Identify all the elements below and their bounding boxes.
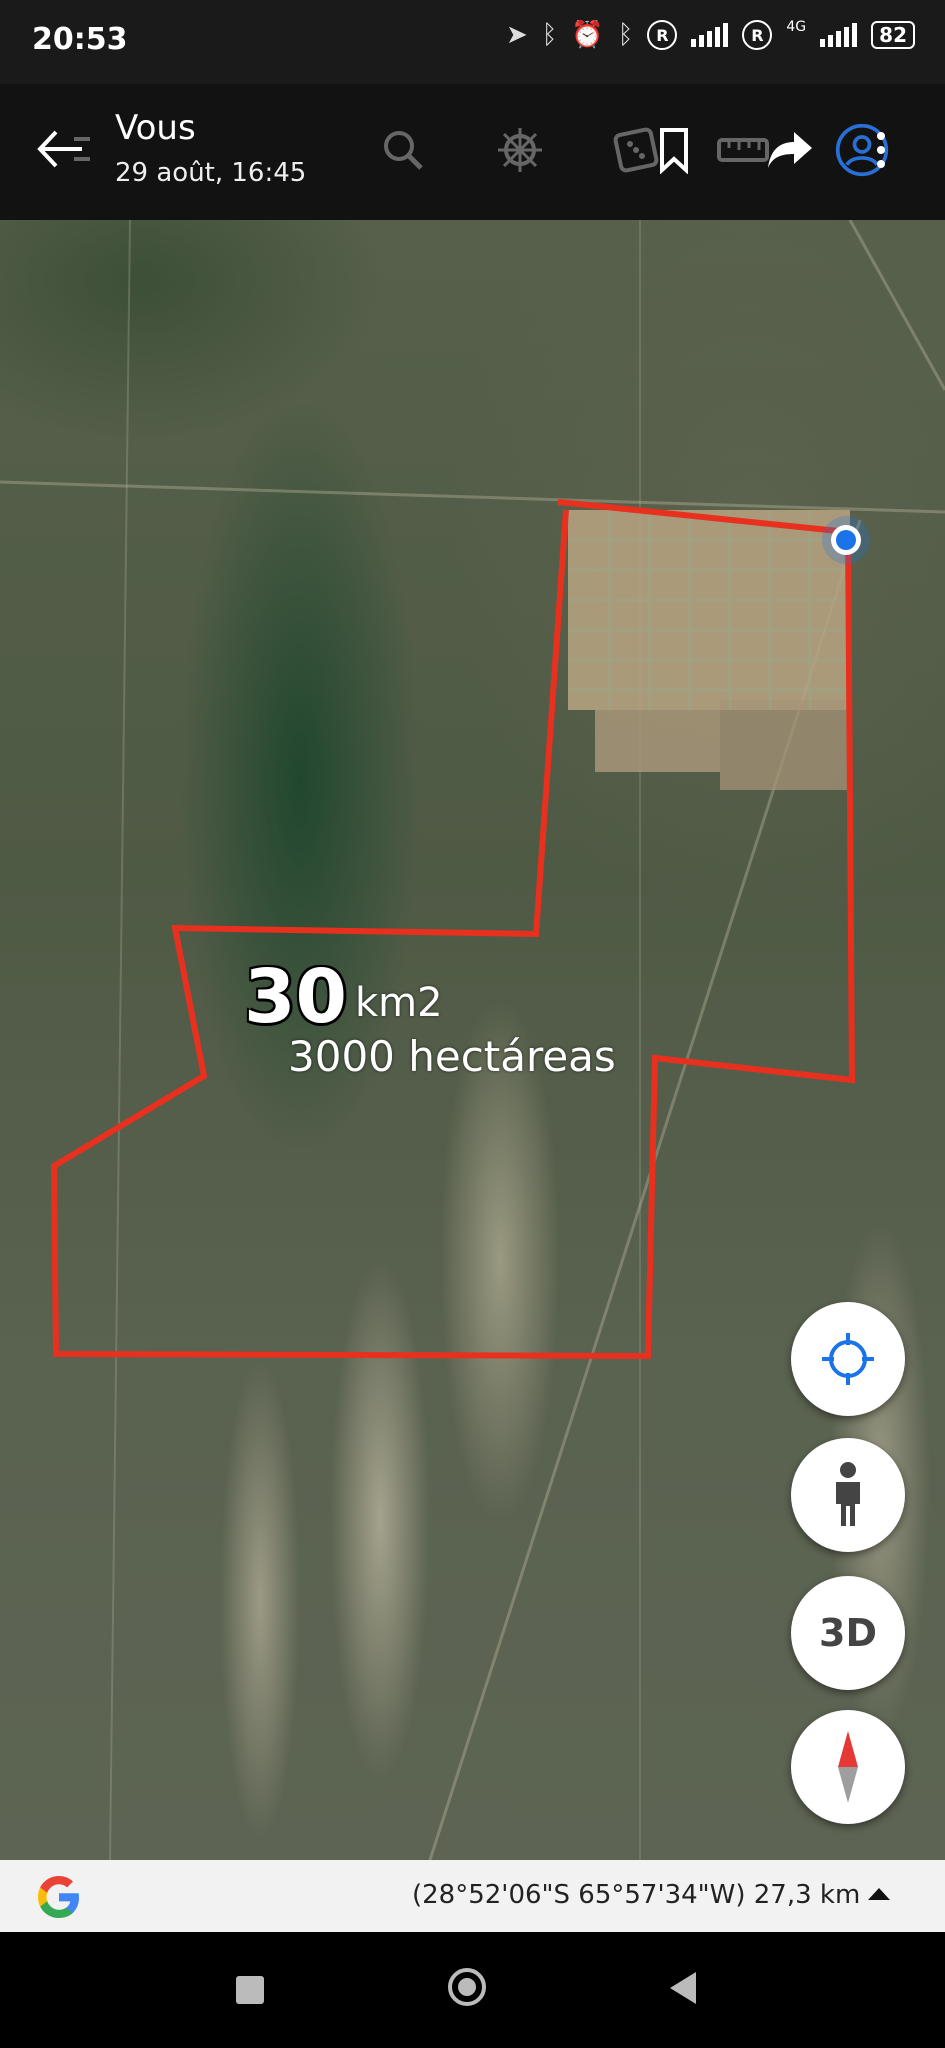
more-icon[interactable] bbox=[866, 122, 896, 178]
page-title: Vous bbox=[115, 108, 196, 148]
status-bar: 20:53 ➤ ᛒ ⏰ ᛒ R R 4G 82 bbox=[0, 0, 945, 84]
recents-icon[interactable] bbox=[236, 1976, 264, 2004]
area-value: 30 bbox=[244, 954, 347, 1040]
satellite-map[interactable]: 30 km2 3000 hectáreas 3D bbox=[0, 220, 945, 1860]
area-hectares: 3000 hectáreas bbox=[288, 1032, 616, 1081]
street-view-button[interactable] bbox=[791, 1438, 905, 1552]
page-subtitle: 29 août, 16:45 bbox=[115, 158, 307, 188]
status-time: 20:53 bbox=[32, 22, 128, 57]
bottom-info-bar: (28°52'06"S 65°57'34"W) 27,3 km bbox=[0, 1860, 945, 1932]
bluetooth-icon: ᛒ bbox=[541, 20, 558, 50]
search-icon[interactable] bbox=[375, 122, 431, 178]
alarm-icon: ⏰ bbox=[571, 20, 604, 50]
location-arrow-icon: ➤ bbox=[506, 20, 528, 50]
my-location-icon bbox=[822, 1333, 874, 1385]
signal-icon bbox=[691, 23, 729, 47]
share-icon[interactable] bbox=[762, 122, 818, 178]
area-unit: km2 bbox=[355, 980, 443, 1026]
system-nav-bar bbox=[0, 1932, 945, 2048]
back-arrow-icon[interactable] bbox=[34, 124, 94, 174]
coordinates-readout: (28°52'06"S 65°57'34"W) 27,3 km bbox=[412, 1880, 861, 1910]
bookmark-icon[interactable] bbox=[646, 122, 702, 178]
expand-caret-icon[interactable] bbox=[868, 1888, 890, 1900]
signal-icon bbox=[820, 23, 858, 47]
bluetooth-icon: ᛒ bbox=[617, 20, 634, 50]
my-location-button[interactable] bbox=[791, 1302, 905, 1416]
compass-button[interactable] bbox=[791, 1710, 905, 1824]
top-toolbar: Vous 29 août, 16:45 bbox=[0, 84, 945, 220]
home-icon[interactable] bbox=[448, 1968, 486, 2006]
network-type: 4G bbox=[786, 19, 807, 35]
roaming-icon: R bbox=[742, 20, 773, 50]
google-logo-icon bbox=[38, 1876, 79, 1918]
back-icon[interactable] bbox=[670, 1972, 696, 2004]
status-icons: ➤ ᛒ ⏰ ᛒ R R 4G 82 bbox=[506, 19, 915, 50]
street-view-icon bbox=[836, 1462, 860, 1526]
current-location-dot bbox=[822, 516, 870, 564]
roaming-icon: R bbox=[647, 20, 678, 50]
battery-indicator: 82 bbox=[871, 21, 915, 49]
ship-wheel-icon[interactable] bbox=[492, 122, 548, 178]
cleared-fields bbox=[568, 510, 850, 790]
compass-icon bbox=[838, 1731, 858, 1803]
three-d-button[interactable]: 3D bbox=[791, 1576, 905, 1690]
